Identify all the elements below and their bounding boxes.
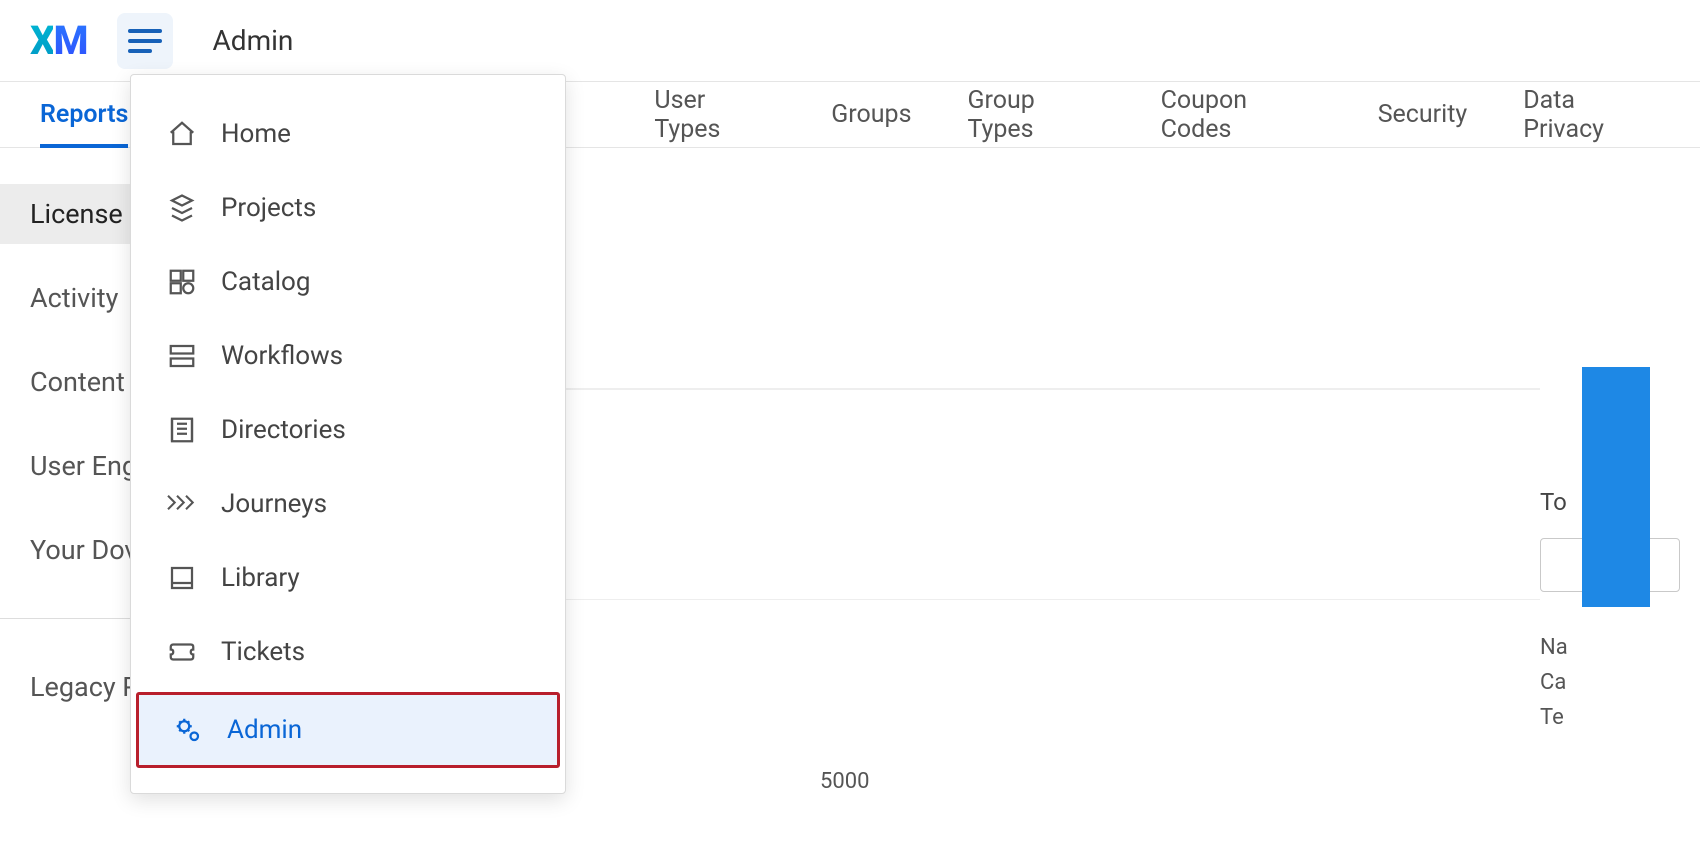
hamburger-icon [128, 29, 162, 53]
projects-icon [165, 191, 199, 225]
tab-groups[interactable]: Groups [831, 82, 911, 147]
tab-reports[interactable]: Reports [40, 82, 128, 147]
tab-data-privacy[interactable]: Data Privacy [1523, 82, 1660, 147]
directories-icon [165, 413, 199, 447]
workflows-icon [165, 339, 199, 373]
nav-item-label: Journeys [221, 489, 327, 519]
catalog-icon [165, 265, 199, 299]
admin-icon [171, 713, 205, 747]
tickets-icon [165, 635, 199, 669]
tab-group-types[interactable]: Group Types [968, 82, 1105, 147]
chart-area: 5000 [400, 388, 1540, 850]
nav-item-workflows[interactable]: Workflows [131, 319, 565, 393]
brand-logo: XM [30, 17, 87, 64]
nav-item-label: Directories [221, 415, 346, 445]
nav-item-directories[interactable]: Directories [131, 393, 565, 467]
library-icon [165, 561, 199, 595]
nav-item-label: Library [221, 563, 300, 593]
nav-item-catalog[interactable]: Catalog [131, 245, 565, 319]
tab-security[interactable]: Security [1378, 82, 1468, 147]
header-title: Admin [213, 24, 294, 57]
logo-m: M [53, 17, 86, 64]
nav-item-label: Home [221, 119, 291, 149]
nav-item-label: Catalog [221, 267, 310, 297]
nav-item-label: Workflows [221, 341, 343, 371]
app-header: XM Admin [0, 0, 1700, 82]
right-row-3: Te [1540, 700, 1700, 735]
right-row-1: Na [1540, 630, 1700, 665]
global-nav-toggle[interactable] [117, 13, 173, 69]
nav-item-label: Projects [221, 193, 316, 223]
nav-item-projects[interactable]: Projects [131, 171, 565, 245]
global-nav-dropdown: Home Projects Catalog Workflows Director… [130, 74, 566, 794]
tab-coupon-codes[interactable]: Coupon Codes [1161, 82, 1322, 147]
journeys-icon [165, 487, 199, 521]
tab-user-types[interactable]: User Types [654, 82, 775, 147]
nav-item-admin[interactable]: Admin [137, 693, 559, 767]
nav-item-tickets[interactable]: Tickets [131, 615, 565, 689]
nav-item-journeys[interactable]: Journeys [131, 467, 565, 541]
chart-y-label: 5000 [820, 769, 869, 794]
nav-item-label: Tickets [221, 637, 305, 667]
logo-x: X [30, 17, 53, 64]
home-icon [165, 117, 199, 151]
chart-bar-fragment [1582, 367, 1650, 607]
nav-item-home[interactable]: Home [131, 97, 565, 171]
right-row-2: Ca [1540, 665, 1700, 700]
nav-item-label: Admin [227, 715, 302, 745]
nav-item-library[interactable]: Library [131, 541, 565, 615]
